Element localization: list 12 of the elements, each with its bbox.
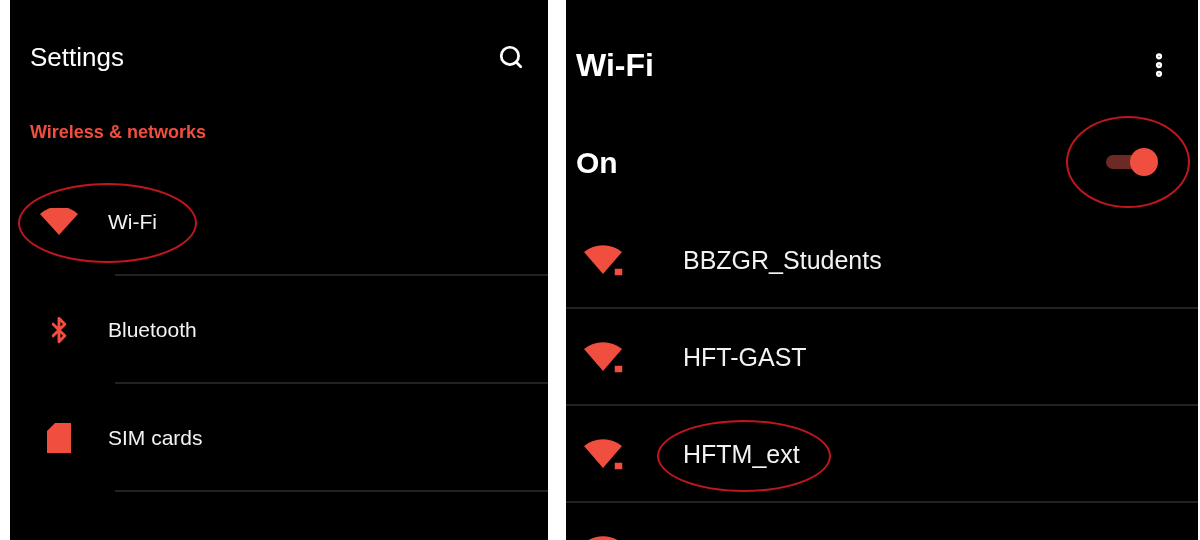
sim-card-icon [47, 423, 71, 453]
settings-item[interactable]: Wi-Fi [108, 210, 157, 234]
network-name[interactable]: BBZGR_Students [683, 246, 882, 275]
screen-title: Wi-Fi [576, 46, 654, 84]
screen-title: Settings [30, 41, 124, 73]
network-name[interactable]: HFTM_ext [683, 440, 800, 469]
settings-item[interactable]: SIM cards [108, 426, 203, 450]
wifi-icon [39, 208, 79, 236]
section-header: Wireless & networks [30, 122, 206, 143]
network-name[interactable]: HFT-GAST [683, 343, 807, 372]
toggle-label: On [576, 146, 618, 180]
settings-item[interactable]: Bluetooth [108, 318, 197, 342]
